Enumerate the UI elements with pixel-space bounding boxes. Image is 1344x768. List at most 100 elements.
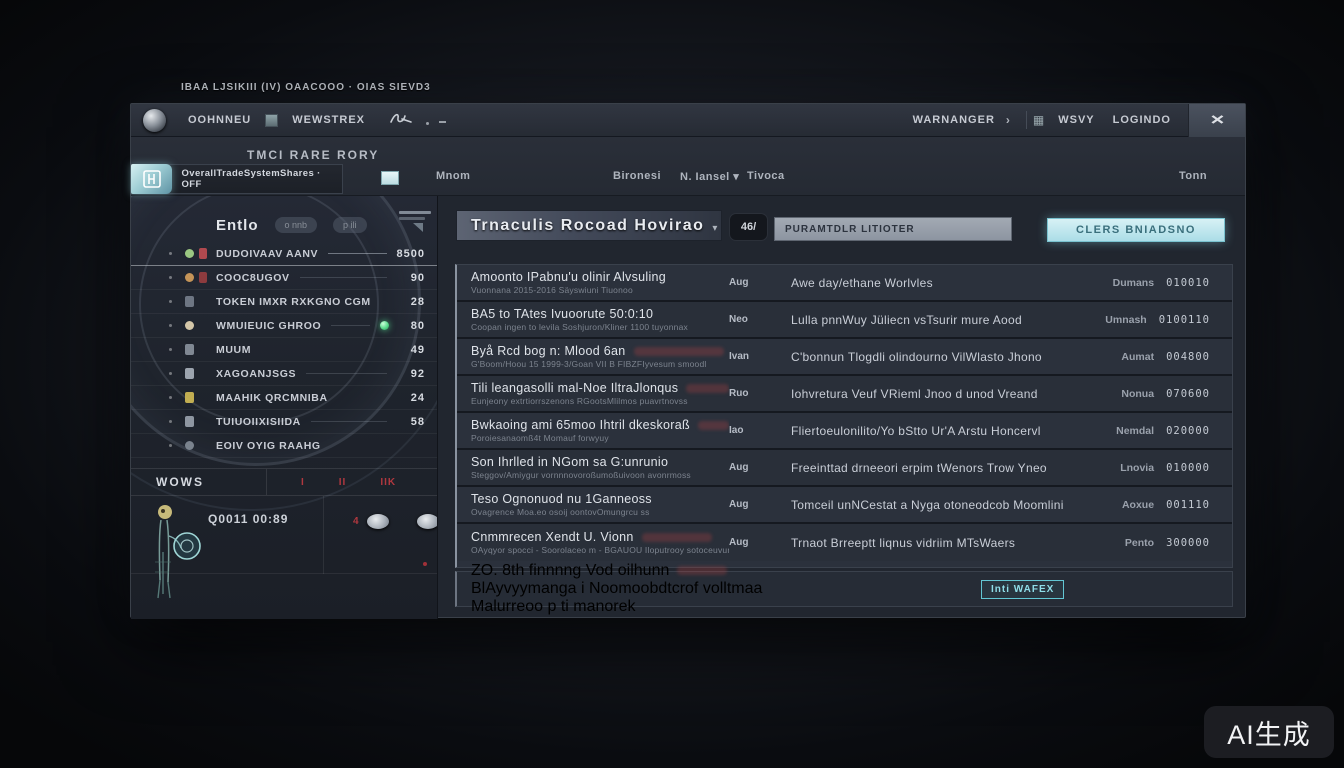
bullet-icon <box>169 420 172 423</box>
redacted-mark <box>698 421 729 430</box>
leader-line <box>331 325 370 326</box>
table-row[interactable]: Son Ihrlled in NGom sa G:unrunioSteggov/… <box>457 450 1232 487</box>
sidebar-item[interactable]: MUUM 49 <box>131 338 437 362</box>
nav-apps-label[interactable]: WSVY <box>1058 114 1094 126</box>
close-button[interactable]: × <box>1188 104 1245 137</box>
search-input[interactable] <box>774 217 1012 241</box>
bullet-icon <box>169 252 172 255</box>
category-icon <box>185 441 194 450</box>
sidebar-item[interactable]: XAGOANJSGS 92 <box>131 362 437 386</box>
scroll-widget[interactable] <box>399 208 431 238</box>
row-description: Freeinttad drneeori erpim tWenors Trow Y… <box>791 461 1120 475</box>
table-row[interactable]: BA5 to TAtes Ivuoorute 50:0:10Coopan ing… <box>457 302 1232 339</box>
row-description: Lulla pnnWuy Jüliecn vsTsurir mure Aood <box>791 313 1105 327</box>
filter-chip-2[interactable]: p ili <box>333 217 367 233</box>
nav-menu-2[interactable]: WEWSTREX <box>292 114 365 126</box>
row-owner: Nonua <box>1121 388 1154 400</box>
row-owner: Dumans <box>1113 277 1154 289</box>
category-icon <box>185 344 194 355</box>
leader-line <box>328 253 386 254</box>
desktop: IBAA LJSIKIII (IV) OAACOOO · OIAS SIEVD3… <box>0 0 1344 768</box>
redacted-mark <box>686 384 729 393</box>
nav-dot-icon <box>426 122 429 125</box>
taskbar-text: IBAA LJSIKIII (IV) OAACOOO · OIAS SIEVD3 <box>181 82 431 93</box>
top-navbar: OOHNNEU WEWSTREX WARNANGER › ▦ WSVY LOGI… <box>131 104 1245 137</box>
count-button[interactable]: 46/ <box>729 213 768 241</box>
medal-badge-icon[interactable] <box>417 514 438 529</box>
user-name: Q0011 00:89 <box>208 512 288 526</box>
sidebar-header-title: Entlo <box>216 217 259 234</box>
bullet-icon <box>169 348 172 351</box>
sidebar-item[interactable]: TOKEN IMXR RXKGNO CGM 28 <box>131 290 437 314</box>
row-tag: Aug <box>729 537 791 548</box>
sidebar-tab[interactable]: OverallTradeSystemShares · OFF <box>131 164 343 194</box>
row-tag: Iao <box>729 425 791 436</box>
subnav-right-label[interactable]: Tonn <box>1179 170 1207 182</box>
category-icon <box>185 368 194 379</box>
sidebar-item[interactable]: WMUIEUIC GHROO 80 <box>131 314 437 338</box>
row-tag: Neo <box>729 314 791 325</box>
leader-line <box>381 301 387 302</box>
app-logo-icon[interactable] <box>143 109 166 132</box>
row-owner: Aumat <box>1121 351 1154 363</box>
subnav-item-1[interactable]: Mnom <box>436 170 470 182</box>
table-row[interactable]: Cnmmrecen Xendt U. VionnOAyqyor spocci -… <box>457 524 1232 561</box>
subnav-item-4[interactable]: Tivoca <box>747 170 785 182</box>
alert-mark: 4 <box>353 516 359 527</box>
redacted-mark <box>642 533 712 542</box>
row-description: Awe day/ethane Worlvles <box>791 276 1113 290</box>
trade-tab-icon <box>131 164 172 194</box>
nav-dash-icon <box>439 121 446 123</box>
wows-section-header: WOWS I II IIK <box>131 468 437 496</box>
signature-flourish-icon[interactable] <box>389 111 413 130</box>
sidebar-item[interactable]: MAAHIK QRCMNIBA 24 <box>131 386 437 410</box>
row-code: 001110 <box>1166 499 1210 511</box>
page-title-dropdown[interactable]: Trnaculis Rocoad Hovirao ▾ <box>456 210 722 241</box>
table-row[interactable]: Byå Rcd bog n: Mlood 6anG'Boom/Hoou 15 1… <box>457 339 1232 376</box>
close-icon: × <box>1210 110 1224 130</box>
row-description: Tomceil unNCestat a Nyga otoneodcob Moom… <box>791 498 1122 512</box>
filter-chip-1[interactable]: o nnb <box>275 217 318 233</box>
subnav-item-3[interactable]: N. Iansel ▾ <box>680 170 739 183</box>
chevron-right-icon[interactable]: › <box>1006 113 1010 127</box>
divider <box>323 496 324 574</box>
row-code: 070600 <box>1166 388 1210 400</box>
category-icon <box>185 416 194 427</box>
row-owner: Nemdal <box>1116 425 1154 437</box>
leader-line <box>331 445 387 446</box>
init-wafex-button[interactable]: Inti WAFEX <box>981 580 1064 599</box>
row-code: 300000 <box>1166 537 1210 549</box>
toggle-chip[interactable] <box>381 171 399 185</box>
sidebar-item[interactable]: EOIV OYIG RAAHG <box>131 434 437 458</box>
status-led-icon <box>380 321 389 330</box>
row-code: 0100110 <box>1159 314 1210 326</box>
table-row[interactable]: Bwkaoing ami 65moo Ihtril dkeskoraßPoroi… <box>457 413 1232 450</box>
nav-right-label[interactable]: WARNANGER <box>913 114 995 126</box>
navbar-right: WARNANGER › ▦ WSVY LOGINDO × <box>904 104 1245 136</box>
sidebar-item[interactable]: TUIUOIIXISIIDA 58 <box>131 410 437 434</box>
nav-menu-1[interactable]: OOHNNEU <box>188 114 251 126</box>
subnav-item-2[interactable]: Bironesi <box>613 170 661 182</box>
row-tag: Aug <box>729 499 791 510</box>
panel-square-icon[interactable] <box>265 114 278 127</box>
sidebar-list: DUDOIVAAV AANV 8500 COOC8UGOV 90 TOKEN I… <box>131 242 437 458</box>
sidebar-item[interactable]: DUDOIVAAV AANV 8500 <box>131 242 437 266</box>
sidebar-header: Entlo o nnb p ili <box>131 210 437 240</box>
row-owner: Aoxue <box>1122 499 1154 511</box>
user-card[interactable]: Q0011 00:89 4 <box>131 496 437 574</box>
row-tag: Aug <box>729 462 791 473</box>
table-last-row[interactable]: ZO. 8th finnnng Vod oilhunn BlAyvyymanga… <box>455 571 1233 607</box>
medal-badge-icon[interactable] <box>367 514 389 529</box>
table-row[interactable]: Tili leangasolli mal-Noe IltraJlonqusEun… <box>457 376 1232 413</box>
primary-action-button[interactable]: CLERS BNIADSNO <box>1047 218 1225 242</box>
table-row[interactable]: Amoonto IPabnu'u olinir AlvsulingVuonnan… <box>457 265 1232 302</box>
bullet-icon <box>169 396 172 399</box>
table-row[interactable]: Teso Ognonuod nu 1GanneossOvagrence Moa.… <box>457 487 1232 524</box>
sidebar-item[interactable]: COOC8UGOV 90 <box>131 266 437 290</box>
leader-line <box>306 373 387 374</box>
nav-login-label[interactable]: LOGINDO <box>1113 114 1171 126</box>
row-tag: Ivan <box>729 351 791 362</box>
category-icon <box>185 296 194 307</box>
leader-line <box>338 397 387 398</box>
row-description: C'bonnun Tlogdli olindourno VilWlasto Jh… <box>791 350 1121 364</box>
